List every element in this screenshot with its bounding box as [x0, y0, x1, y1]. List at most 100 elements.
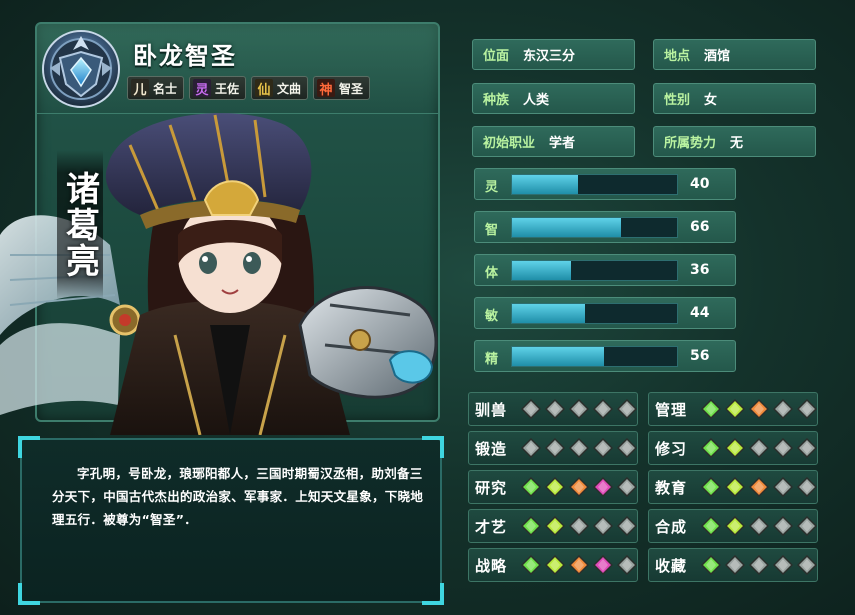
skill-name: 锻造	[475, 439, 508, 458]
info-key: 所属势力	[664, 136, 717, 151]
skill-gem-icon	[545, 399, 565, 419]
skill-gem-icon	[521, 438, 541, 458]
skill-gem-icon	[617, 477, 637, 497]
skill-gem-icon	[773, 555, 793, 575]
skill-gem-icon	[545, 555, 565, 575]
trait-zhisheng-icon: 神	[317, 79, 336, 98]
info-faction: 所属势力 无	[653, 126, 816, 157]
info-key: 位面	[483, 49, 510, 64]
skill-row: 驯兽	[468, 392, 638, 426]
skill-gem-icon	[569, 516, 589, 536]
corner-bracket	[422, 436, 444, 458]
stat-fill	[512, 347, 605, 366]
skill-gem-icon	[593, 438, 613, 458]
skill-name: 才艺	[475, 517, 508, 536]
skill-gem-icon	[569, 399, 589, 419]
trait-tag[interactable]: 仙 文曲	[251, 76, 309, 100]
skill-gem-icon	[521, 516, 541, 536]
info-value: 酒馆	[704, 49, 731, 64]
skill-gem-icon	[521, 399, 541, 419]
stat-key: 智	[485, 223, 499, 238]
info-location: 地点 酒馆	[653, 39, 816, 70]
skill-gem-icon	[725, 477, 745, 497]
skill-row: 修习	[648, 431, 818, 465]
character-description: 字孔明，号卧龙，琅琊阳都人，三国时期蜀汉丞相，助刘备三分天下，中国古代杰出的政治…	[52, 466, 424, 527]
skill-row: 战略	[468, 548, 638, 582]
rank-emblem-icon	[42, 30, 120, 108]
skill-name: 合成	[655, 517, 688, 536]
skill-gem-icon	[773, 477, 793, 497]
skill-name: 战略	[475, 556, 508, 575]
skill-gem-icon	[617, 399, 637, 419]
stat-bar	[511, 303, 678, 324]
skill-gem-icon	[797, 555, 817, 575]
skill-gem-icon	[749, 555, 769, 575]
trait-mingshi-icon: 儿	[131, 79, 149, 98]
skill-gem-icon	[701, 399, 721, 419]
skill-gem-icon	[593, 399, 613, 419]
skill-gem-icon	[773, 438, 793, 458]
stat-value: 56	[690, 348, 710, 364]
trait-label: 文曲	[277, 81, 302, 96]
skill-gem-icon	[797, 477, 817, 497]
skill-gem-icon	[749, 399, 769, 419]
trait-wenqu-icon: 仙	[255, 79, 274, 98]
stat-bar	[511, 260, 678, 281]
skill-gem-icon	[545, 516, 565, 536]
skill-row: 管理	[648, 392, 818, 426]
stat-row: 体 36	[474, 254, 736, 286]
skill-gem-icon	[797, 438, 817, 458]
stat-row: 智 66	[474, 211, 736, 243]
trait-label: 名士	[153, 81, 178, 96]
info-plane: 位面 东汉三分	[472, 39, 635, 70]
trait-label: 王佐	[215, 81, 240, 96]
info-value: 东汉三分	[523, 49, 576, 64]
skill-gem-icon	[545, 438, 565, 458]
skill-gem-icon	[593, 555, 613, 575]
stat-bar	[511, 174, 678, 195]
skill-row: 锻造	[468, 431, 638, 465]
skill-name: 教育	[655, 478, 688, 497]
info-key: 地点	[664, 49, 691, 64]
info-key: 性别	[664, 93, 691, 108]
skill-gem-icon	[749, 438, 769, 458]
stat-fill	[512, 304, 585, 323]
stat-key: 体	[485, 266, 499, 281]
corner-bracket	[18, 583, 40, 605]
info-gender: 性别 女	[653, 83, 816, 114]
skill-row: 收藏	[648, 548, 818, 582]
skill-name: 驯兽	[475, 400, 508, 419]
skill-gem-icon	[701, 555, 721, 575]
skill-row: 合成	[648, 509, 818, 543]
skill-gem-icon	[617, 438, 637, 458]
stat-fill	[512, 218, 621, 237]
skill-gem-icon	[701, 438, 721, 458]
trait-wangzuo-icon: 灵	[193, 79, 212, 98]
skill-gem-icon	[749, 477, 769, 497]
description-box: 字孔明，号卧龙，琅琊阳都人，三国时期蜀汉丞相，助刘备三分天下，中国古代杰出的政治…	[18, 436, 444, 605]
skill-gem-icon	[593, 477, 613, 497]
trait-tag[interactable]: 灵 王佐	[189, 76, 247, 100]
stat-value: 44	[690, 305, 710, 321]
character-title: 卧龙智圣	[133, 42, 237, 70]
skill-row: 才艺	[468, 509, 638, 543]
skill-row: 教育	[648, 470, 818, 504]
skill-gem-icon	[749, 516, 769, 536]
stat-value: 36	[690, 262, 710, 278]
stat-fill	[512, 175, 578, 194]
stat-key: 敏	[485, 309, 499, 324]
skill-gem-icon	[545, 477, 565, 497]
trait-tags: 儿 名士 灵 王佐 仙 文曲 神 智圣	[127, 76, 371, 100]
stat-value: 40	[690, 176, 710, 192]
vertical-name-text: 诸葛亮	[59, 171, 100, 279]
skill-gem-icon	[725, 399, 745, 419]
info-value: 学者	[549, 136, 576, 151]
stat-row: 灵 40	[474, 168, 736, 200]
trait-tag[interactable]: 儿 名士	[127, 76, 185, 100]
info-key: 种族	[483, 93, 510, 108]
info-value: 女	[704, 93, 718, 108]
skill-gem-icon	[521, 555, 541, 575]
info-race: 种族 人类	[472, 83, 635, 114]
skill-gem-icon	[569, 477, 589, 497]
trait-tag[interactable]: 神 智圣	[313, 76, 371, 100]
